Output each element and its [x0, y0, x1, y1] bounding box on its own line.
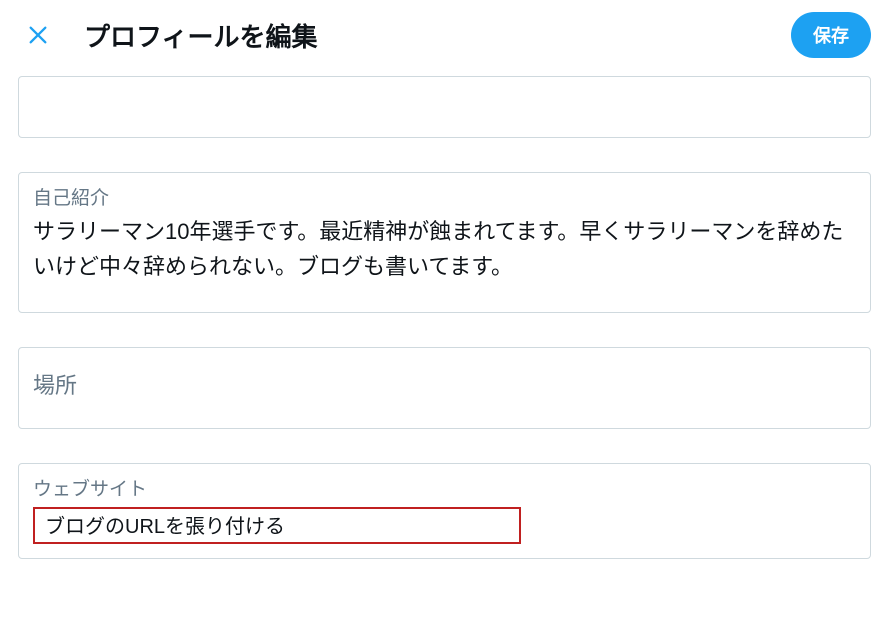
content-area: 自己紹介 サラリーマン10年選手です。最近精神が蝕まれてます。早くサラリーマンを…	[0, 76, 889, 559]
website-input[interactable]	[45, 513, 509, 536]
bio-value: サラリーマン10年選手です。最近精神が蝕まれてます。早くサラリーマンを辞めたいけ…	[19, 214, 870, 312]
save-button[interactable]: 保存	[791, 12, 871, 58]
website-label: ウェブサイト	[33, 474, 856, 501]
page-title: プロフィールを編集	[84, 17, 791, 54]
name-field[interactable]	[18, 76, 871, 138]
website-input-highlight	[33, 507, 521, 544]
location-field[interactable]: 場所	[18, 347, 871, 429]
bio-label: 自己紹介	[19, 173, 870, 214]
bio-field[interactable]: 自己紹介 サラリーマン10年選手です。最近精神が蝕まれてます。早くサラリーマンを…	[18, 172, 871, 313]
location-label: 場所	[33, 368, 856, 400]
website-field[interactable]: ウェブサイト	[18, 463, 871, 559]
close-icon[interactable]	[18, 15, 58, 55]
header-bar: プロフィールを編集 保存	[0, 0, 889, 76]
